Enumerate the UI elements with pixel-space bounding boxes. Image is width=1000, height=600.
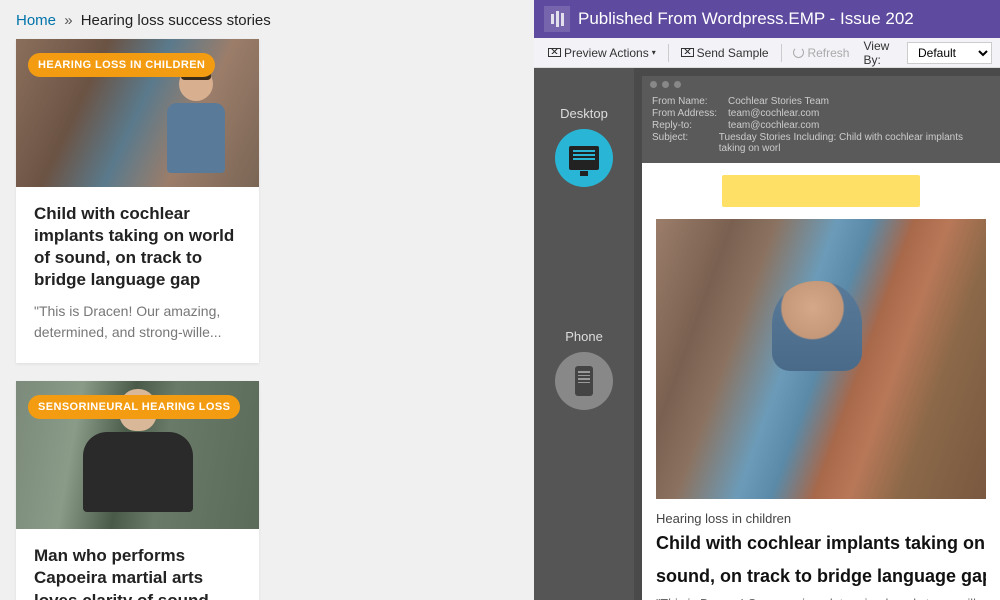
story-card[interactable]: SENSORINEURAL HEARING LOSS Man who perfo…: [16, 381, 259, 600]
email-header-bar: [722, 175, 920, 207]
card-grid: HEARING LOSS IN CHILDREN Child with coch…: [0, 39, 534, 600]
breadcrumb: Home » Hearing loss success stories: [0, 0, 534, 39]
window-title: Published From Wordpress.EMP - Issue 202: [578, 9, 914, 29]
card-image: HEARING LOSS IN CHILDREN: [16, 39, 259, 187]
breadcrumb-sep: »: [60, 12, 76, 29]
category-tag[interactable]: SENSORINEURAL HEARING LOSS: [28, 395, 240, 419]
desktop-device[interactable]: Desktop: [555, 106, 613, 187]
app-logo-icon: [544, 6, 570, 32]
toolbar: Preview Actions▾ Send Sample Refresh Vie…: [534, 38, 1000, 68]
separator: [668, 44, 669, 62]
website-panel: Home » Hearing loss success stories HEAR…: [0, 0, 534, 600]
preview-area: Desktop Phone From Name:Cochlear Stories…: [534, 68, 1000, 600]
desktop-icon: [555, 129, 613, 187]
breadcrumb-current: Hearing loss success stories: [81, 12, 271, 29]
device-label: Phone: [565, 329, 603, 344]
device-column: Desktop Phone: [534, 68, 634, 600]
preview-actions-button[interactable]: Preview Actions▾: [542, 44, 662, 62]
device-label: Desktop: [560, 106, 608, 121]
card-title: Child with cochlear implants taking on w…: [34, 203, 241, 291]
breadcrumb-home[interactable]: Home: [16, 12, 56, 29]
view-by-label: View By:: [863, 39, 903, 67]
category-tag[interactable]: HEARING LOSS IN CHILDREN: [28, 53, 215, 77]
story-card[interactable]: HEARING LOSS IN CHILDREN Child with coch…: [16, 39, 259, 363]
envelope-icon: [548, 48, 561, 57]
email-builder-panel: Published From Wordpress.EMP - Issue 202…: [534, 0, 1000, 600]
email-title: Child with cochlear implants taking on w…: [656, 532, 986, 555]
email-body: Hearing loss in children Child with coch…: [642, 163, 1000, 600]
title-bar: Published From Wordpress.EMP - Issue 202: [534, 0, 1000, 38]
phone-device[interactable]: Phone: [555, 329, 613, 410]
send-sample-button[interactable]: Send Sample: [675, 44, 775, 62]
separator: [781, 44, 782, 62]
email-frame: From Name:Cochlear Stories Team From Add…: [634, 68, 1000, 600]
refresh-button[interactable]: Refresh: [787, 44, 855, 62]
envelope-icon: [681, 48, 694, 57]
chevron-down-icon: ▾: [652, 48, 656, 57]
email-category: Hearing loss in children: [656, 511, 986, 526]
email-title: sound, on track to bridge language gap: [656, 565, 986, 588]
window-controls: [642, 76, 1000, 92]
phone-icon: [555, 352, 613, 410]
refresh-icon: [793, 47, 804, 58]
email-hero-image: [656, 219, 986, 499]
person-silhouette: [159, 67, 233, 187]
card-excerpt: "This is Dracen! Our amazing, determined…: [34, 301, 241, 343]
email-meta: From Name:Cochlear Stories Team From Add…: [642, 92, 1000, 163]
view-by-select[interactable]: Default: [907, 42, 992, 64]
card-title: Man who performs Capoeira martial arts l…: [34, 545, 241, 600]
card-image: SENSORINEURAL HEARING LOSS: [16, 381, 259, 529]
